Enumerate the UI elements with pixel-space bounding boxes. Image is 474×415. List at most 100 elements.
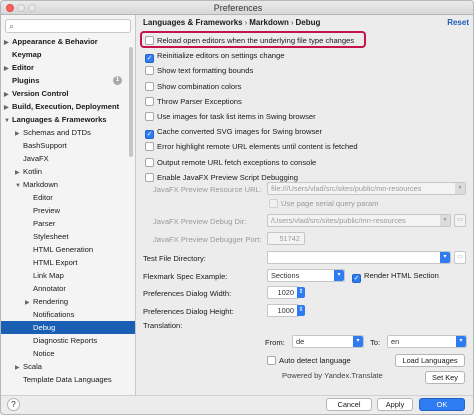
sidebar-item[interactable]: Preview bbox=[1, 204, 135, 217]
checkbox-box bbox=[145, 157, 154, 167]
sidebar-item[interactable]: ▼ Markdown bbox=[1, 178, 135, 191]
sidebar-item-label: Link Map bbox=[33, 271, 64, 280]
debug-option-checkbox[interactable]: Show combination colors bbox=[145, 81, 241, 94]
breadcrumb-debug: Debug bbox=[295, 18, 321, 27]
chevron-down-icon: ▾ bbox=[440, 252, 450, 263]
debug-option-checkbox[interactable]: Use images for task list items in Swing … bbox=[145, 111, 316, 124]
debugger-port-field[interactable]: 51742 bbox=[267, 232, 305, 245]
dialog-height-label: Preferences Dialog Height: bbox=[143, 307, 234, 316]
sidebar-item[interactable]: Debug bbox=[1, 321, 135, 334]
sidebar-item[interactable]: JavaFX bbox=[1, 152, 135, 165]
footer-divider bbox=[1, 395, 473, 396]
folder-icon[interactable]: ▭ bbox=[454, 214, 466, 227]
sidebar-item[interactable]: HTML Export bbox=[1, 256, 135, 269]
sidebar-item[interactable]: HTML Generation bbox=[1, 243, 135, 256]
flexmark-label: Flexmark Spec Example: bbox=[143, 272, 228, 281]
reset-link[interactable]: Reset bbox=[447, 18, 469, 27]
cancel-button[interactable]: Cancel bbox=[326, 398, 372, 411]
resource-url-select[interactable]: file:///Users/vlad/src/sites/public/mn-r… bbox=[267, 182, 466, 195]
sidebar-item[interactable]: Stylesheet bbox=[1, 230, 135, 243]
sidebar-item[interactable]: ▶ Rendering bbox=[1, 295, 135, 308]
folder-icon[interactable]: ▭ bbox=[454, 251, 466, 264]
sidebar-item-label: HTML Export bbox=[33, 258, 78, 267]
sidebar-item[interactable]: Keymap bbox=[1, 48, 135, 61]
sidebar-item[interactable]: ▶ Kotlin bbox=[1, 165, 135, 178]
checkbox-box bbox=[145, 142, 154, 152]
sidebar-item[interactable]: Parser bbox=[1, 217, 135, 230]
settings-search-input[interactable]: ⌕ bbox=[5, 19, 131, 33]
close-window-button[interactable] bbox=[6, 4, 14, 12]
sidebar-item[interactable]: ▶ Schemas and DTDs bbox=[1, 126, 135, 139]
auto-detect-checkbox[interactable]: Auto detect language bbox=[267, 355, 351, 368]
title-bar: Preferences bbox=[1, 1, 473, 15]
checkmark-icon: ✓ bbox=[145, 130, 154, 140]
sidebar-item[interactable]: ▶ Editor bbox=[1, 61, 135, 74]
breadcrumb-separator: › bbox=[244, 18, 248, 27]
sidebar-item[interactable]: Editor bbox=[1, 191, 135, 204]
debug-dir-select[interactable]: /Users/vlad/src/sites/public/mn-resource… bbox=[267, 214, 451, 227]
dialog-height-field[interactable]: 1000 bbox=[267, 304, 299, 317]
minimize-window-button[interactable] bbox=[17, 4, 25, 12]
debug-option-checkbox[interactable]: Throw Parser Exceptions bbox=[145, 96, 242, 109]
sidebar-item[interactable]: Template Data Languages bbox=[1, 373, 135, 386]
test-file-directory-select[interactable]: ▾ bbox=[267, 251, 451, 264]
annotation-highlight-box bbox=[140, 31, 366, 48]
flexmark-spec-select[interactable]: Sections ▾ bbox=[267, 269, 345, 282]
resource-url-label: JavaFX Preview Resource URL: bbox=[153, 185, 262, 194]
apply-button[interactable]: Apply bbox=[377, 398, 413, 411]
to-language-value: en bbox=[391, 337, 400, 346]
height-stepper[interactable]: ⇕ bbox=[297, 305, 305, 316]
sidebar-item-label: Stylesheet bbox=[33, 232, 69, 241]
checkbox-box bbox=[269, 199, 278, 208]
debug-option-checkbox[interactable]: Show text formatting bounds bbox=[145, 65, 253, 78]
debug-dir-value: /Users/vlad/src/sites/public/mn-resource… bbox=[271, 216, 406, 225]
checkbox-box bbox=[267, 356, 276, 365]
sidebar-item[interactable]: ▶ Build, Execution, Deployment bbox=[1, 100, 135, 113]
debug-option-label: Cache converted SVG images for Swing bro… bbox=[157, 127, 323, 137]
to-language-select[interactable]: en ▾ bbox=[387, 335, 467, 348]
sidebar-scrollbar[interactable] bbox=[129, 47, 133, 157]
resource-url-value: file:///Users/vlad/src/sites/public/mn-r… bbox=[271, 184, 422, 193]
sidebar-item-label: Keymap bbox=[12, 50, 42, 59]
sidebar-item[interactable]: ▶ Appearance & Behavior bbox=[1, 35, 135, 48]
from-label: From: bbox=[265, 338, 285, 347]
sidebar-item[interactable]: Annotator bbox=[1, 282, 135, 295]
sidebar-item[interactable]: Plugins 1 bbox=[1, 74, 135, 87]
debug-option-checkbox[interactable]: ✓ Reinitialize editors on settings change bbox=[145, 50, 284, 64]
width-stepper[interactable]: ⇕ bbox=[297, 287, 305, 298]
sidebar-item-label: Parser bbox=[33, 219, 56, 228]
sidebar-item-label: HTML Generation bbox=[33, 245, 94, 254]
checkbox-box bbox=[145, 112, 154, 121]
sidebar-item-label: Appearance & Behavior bbox=[12, 37, 98, 46]
sidebar-item[interactable]: Diagnostic Reports bbox=[1, 334, 135, 347]
ok-button[interactable]: OK bbox=[419, 398, 465, 411]
sidebar-item-label: JavaFX bbox=[23, 154, 49, 163]
sidebar-item[interactable]: Notice bbox=[1, 347, 135, 360]
powered-by-label: Powered by Yandex.Translate bbox=[282, 371, 383, 380]
debug-option-checkbox[interactable]: Output remote URL fetch exceptions to co… bbox=[145, 157, 316, 170]
sidebar-item-label: Schemas and DTDs bbox=[23, 128, 91, 137]
dialog-width-label: Preferences Dialog Width: bbox=[143, 289, 232, 298]
sidebar-item[interactable]: ▶ Scala bbox=[1, 360, 135, 373]
load-languages-button[interactable]: Load Languages bbox=[395, 354, 465, 367]
sidebar-item[interactable]: Notifications bbox=[1, 308, 135, 321]
sidebar-item[interactable]: Link Map bbox=[1, 269, 135, 282]
from-language-select[interactable]: de ▾ bbox=[292, 335, 364, 348]
sidebar-item-label: Scala bbox=[23, 362, 42, 371]
sidebar-item-label: Debug bbox=[33, 323, 56, 332]
debug-option-checkbox[interactable]: ✓ Cache converted SVG images for Swing br… bbox=[145, 126, 323, 140]
set-key-button[interactable]: Set Key bbox=[425, 371, 465, 384]
sidebar-item[interactable]: ▼ Languages & Frameworks bbox=[1, 113, 135, 126]
flexmark-value: Sections bbox=[271, 271, 300, 280]
dialog-width-field[interactable]: 1020 bbox=[267, 286, 299, 299]
sidebar-item-label: Template Data Languages bbox=[23, 375, 112, 384]
maximize-window-button[interactable] bbox=[28, 4, 36, 12]
sidebar-item[interactable]: BashSupport bbox=[1, 139, 135, 152]
debug-option-checkbox[interactable]: Error highlight remote URL elements unti… bbox=[145, 141, 358, 154]
help-button[interactable]: ? bbox=[7, 398, 20, 411]
sidebar-item-label: BashSupport bbox=[23, 141, 67, 150]
window-title: Preferences bbox=[213, 3, 263, 13]
serial-query-checkbox[interactable]: Use page serial query param bbox=[269, 198, 379, 211]
render-html-checkbox[interactable]: ✓ Render HTML Section bbox=[352, 270, 439, 283]
sidebar-item[interactable]: ▶ Version Control bbox=[1, 87, 135, 100]
